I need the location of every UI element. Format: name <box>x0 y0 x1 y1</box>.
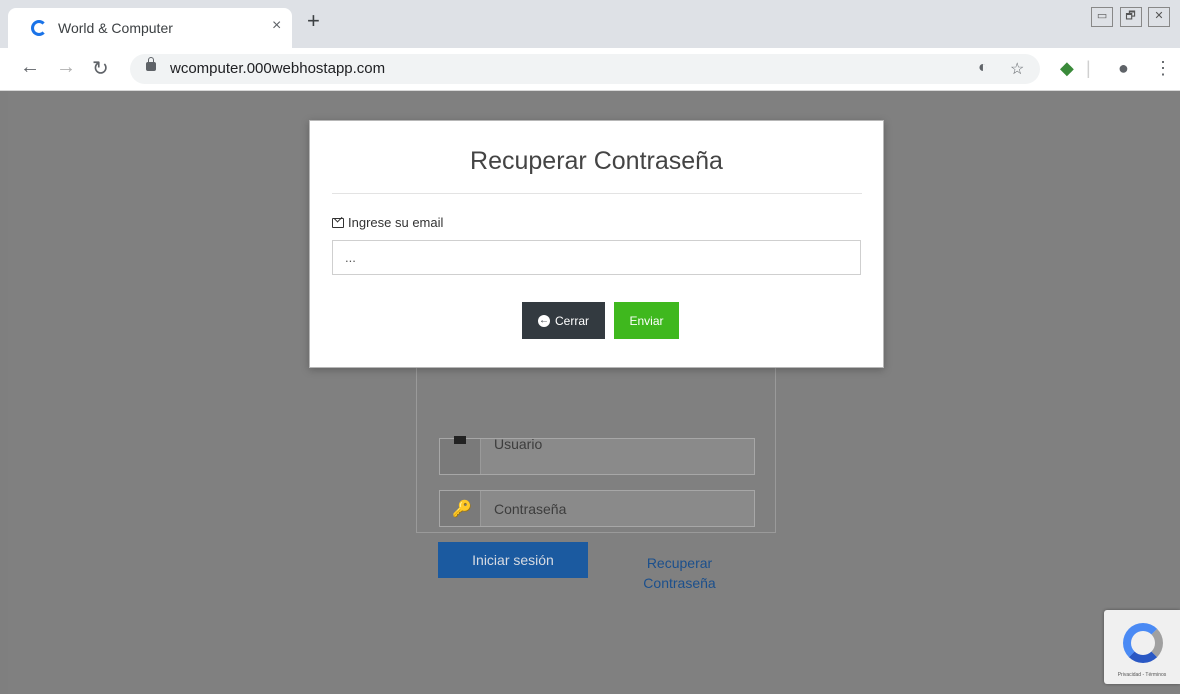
arrow-left-circle-icon: ← <box>537 314 550 327</box>
user-icon <box>454 436 466 444</box>
menu-icon[interactable]: ⋮ <box>1154 58 1172 79</box>
lock-icon <box>146 57 156 71</box>
tab-strip: World & Computer × + ▭ 🗗 ✕ <box>0 0 1180 48</box>
restore-button[interactable]: 🗗 <box>1119 7 1142 27</box>
key-icon: 🔑 <box>452 501 472 518</box>
reload-icon[interactable]: ↻ <box>92 56 109 81</box>
key-addon: 🔑 <box>440 491 481 526</box>
forward-icon[interactable]: → <box>56 56 76 79</box>
tab-title: World & Computer <box>58 20 173 36</box>
toolbar-separator: | <box>1086 58 1091 78</box>
envelope-icon <box>332 217 344 228</box>
username-placeholder: Usuario <box>494 436 543 452</box>
recaptcha-footer[interactable]: Privacidad - Términos <box>1104 672 1180 678</box>
user-addon <box>440 436 481 474</box>
modal-divider <box>332 193 862 194</box>
window-controls: ▭ 🗗 ✕ <box>1089 6 1170 27</box>
new-tab-button[interactable]: + <box>307 8 320 34</box>
extension-icon[interactable]: ◆ <box>1060 58 1074 79</box>
minimize-button[interactable]: ▭ <box>1091 7 1114 27</box>
browser-toolbar: ← → ↻ wcomputer.000webhostapp.com ◐ ☆ ◆ … <box>0 48 1180 91</box>
close-window-button[interactable]: ✕ <box>1148 7 1170 27</box>
email-label-text: Ingrese su email <box>348 215 444 230</box>
back-icon[interactable]: ← <box>20 56 40 79</box>
email-input[interactable] <box>332 240 861 275</box>
recover-password-link[interactable]: Recuperar Contraseña <box>632 553 727 593</box>
translate-icon[interactable]: ◐ <box>978 59 988 77</box>
recaptcha-logo-icon <box>1123 623 1163 663</box>
tab-close-icon[interactable]: × <box>272 17 281 35</box>
bookmark-star-icon[interactable]: ☆ <box>1010 59 1024 79</box>
send-button[interactable]: Enviar <box>614 302 679 339</box>
recaptcha-badge[interactable]: Privacidad - Términos <box>1104 610 1180 684</box>
password-placeholder: Contraseña <box>494 501 567 517</box>
url-text[interactable]: wcomputer.000webhostapp.com <box>170 60 385 77</box>
recover-password-modal: Recuperar Contraseña Ingrese su email ← … <box>309 120 884 368</box>
close-button[interactable]: ← Cerrar <box>522 302 605 339</box>
address-bar[interactable]: wcomputer.000webhostapp.com ◐ ☆ <box>130 54 1040 84</box>
email-label: Ingrese su email <box>332 215 443 230</box>
password-field[interactable]: 🔑 Contraseña <box>439 490 755 527</box>
username-field[interactable]: Usuario <box>439 436 755 475</box>
browser-tab[interactable]: World & Computer × <box>8 8 292 48</box>
modal-title: Recuperar Contraseña <box>470 147 723 175</box>
close-button-label: Cerrar <box>554 313 589 328</box>
loading-spinner-icon <box>31 20 47 36</box>
login-button[interactable]: Iniciar sesión <box>438 542 588 578</box>
profile-icon[interactable]: ● <box>1118 58 1129 79</box>
